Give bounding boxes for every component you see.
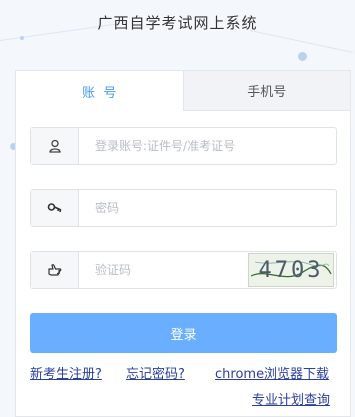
login-button[interactable]: 登录 bbox=[30, 313, 337, 353]
page-title: 广西自学考试网上系统 bbox=[97, 14, 258, 32]
account-field bbox=[30, 127, 337, 165]
background-dot bbox=[298, 52, 307, 61]
tab-account[interactable]: 账 号 bbox=[16, 71, 183, 111]
register-link[interactable]: 新考生注册? bbox=[30, 363, 102, 382]
background-dot bbox=[20, 36, 24, 40]
captcha-input[interactable] bbox=[79, 252, 248, 288]
captcha-code: 4703 bbox=[258, 257, 324, 283]
account-input[interactable] bbox=[79, 128, 336, 164]
hand-pointing-icon bbox=[31, 252, 79, 288]
key-icon bbox=[31, 190, 79, 226]
login-tabs: 账 号 手机号 bbox=[16, 71, 350, 111]
major-plan-link[interactable]: 专业计划查询 bbox=[252, 389, 330, 408]
password-input[interactable] bbox=[79, 190, 336, 226]
login-card: 账 号 手机号 登录账号:证件号/准考证号 验证码 4703 登录 新考生注册?… bbox=[15, 70, 351, 417]
background-line bbox=[249, 30, 353, 53]
captcha-image[interactable]: 4703 bbox=[248, 253, 334, 287]
captcha-field: 4703 bbox=[30, 251, 337, 289]
forgot-password-link[interactable]: 忘记密码? bbox=[126, 363, 185, 382]
user-icon bbox=[31, 128, 79, 164]
chrome-download-link[interactable]: chrome浏览器下载 bbox=[215, 363, 329, 382]
password-field bbox=[30, 189, 337, 227]
tab-phone[interactable]: 手机号 bbox=[182, 71, 350, 111]
